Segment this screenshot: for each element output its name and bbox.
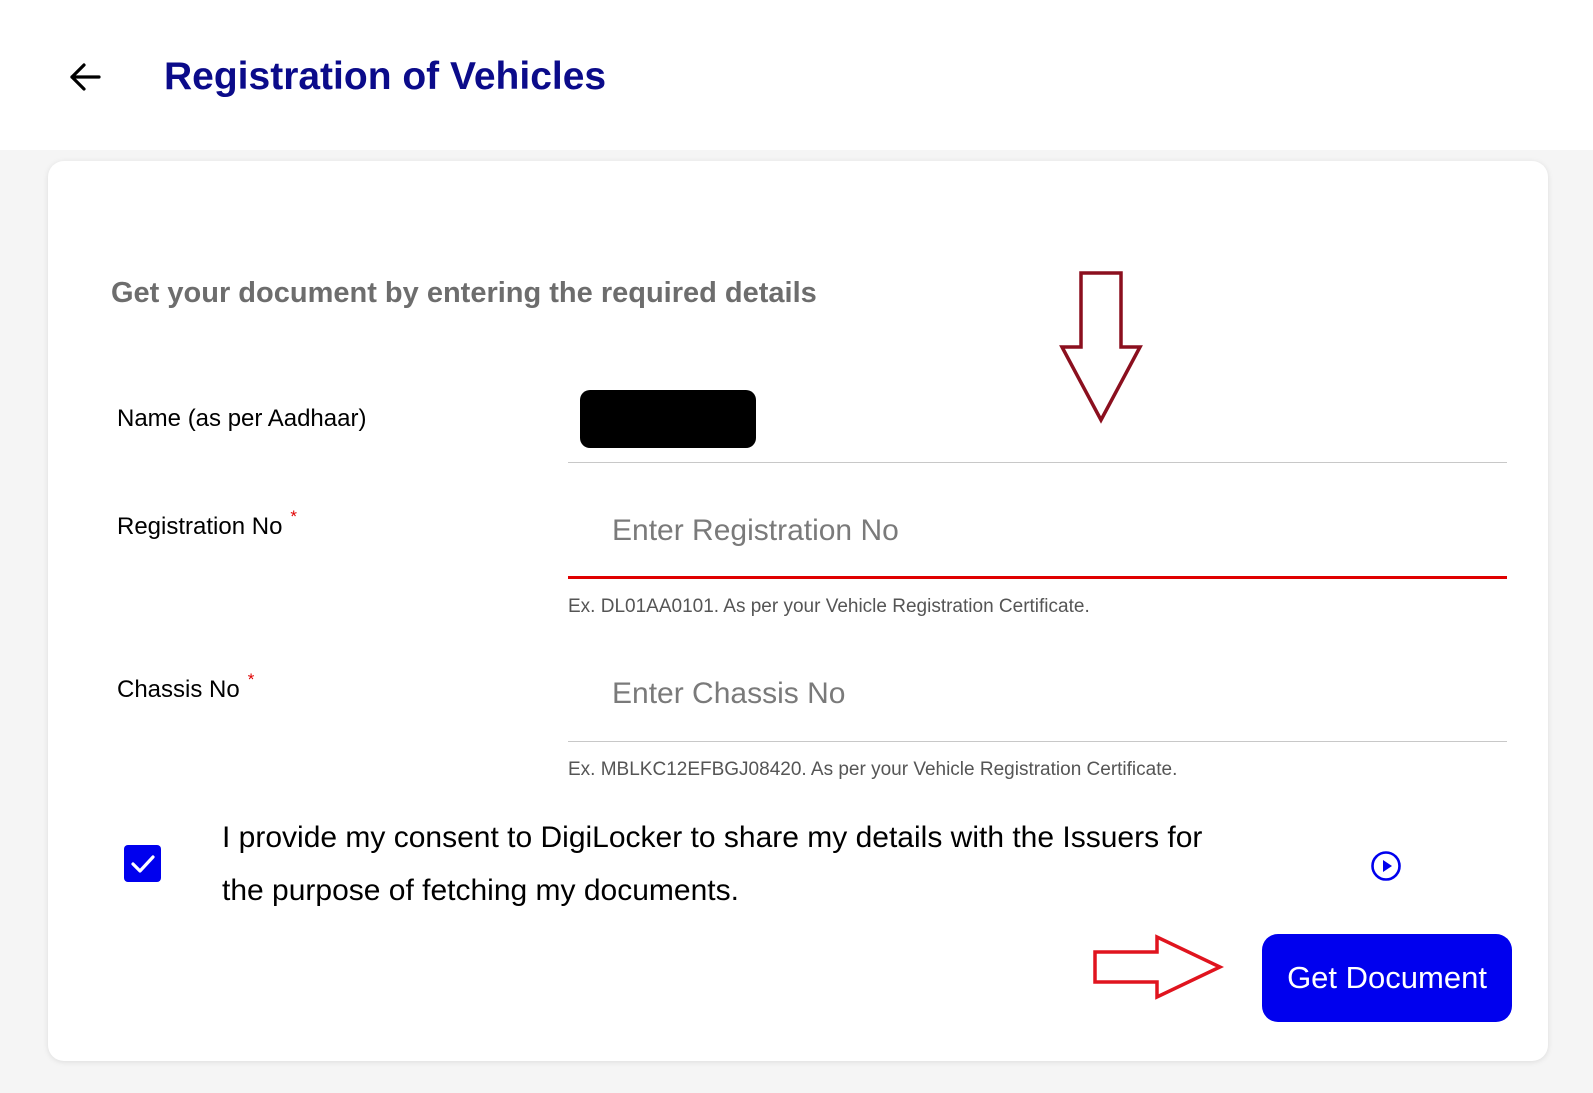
registration-no-hint: Ex. DL01AA0101. As per your Vehicle Regi… [568,596,1090,617]
registration-no-label: Registration No * [117,507,297,544]
play-video-button[interactable] [1368,848,1404,884]
checkmark-icon [130,854,155,873]
chassis-no-input[interactable] [568,662,1507,726]
consent-checkbox[interactable] [124,845,161,882]
chassis-no-label: Chassis No * [117,670,254,707]
top-bar: Registration of Vehicles [0,0,1593,150]
registration-no-input[interactable] [568,499,1507,563]
chassis-no-label-text: Chassis No [117,676,240,703]
page-title: Registration of Vehicles [164,55,607,98]
required-asterisk: * [290,507,298,526]
chassis-no-underline [568,741,1507,742]
name-underline [568,462,1507,463]
consent-text: I provide my consent to DigiLocker to sh… [222,821,1203,907]
name-value-redacted [580,390,756,448]
required-asterisk: * [247,670,255,689]
registration-no-underline-error [568,576,1507,579]
annotation-right-arrow-icon [1093,934,1224,1000]
get-document-button[interactable]: Get Document [1262,934,1512,1022]
back-button[interactable] [60,55,110,99]
chassis-no-hint: Ex. MBLKC12EFBGJ08420. As per your Vehic… [568,759,1178,780]
registration-no-label-text: Registration No [117,513,283,540]
annotation-down-arrow-icon [1059,271,1143,424]
form-subtitle: Get your document by entering the requir… [111,277,817,309]
document-form-card: Get your document by entering the requir… [48,161,1548,1061]
arrow-left-icon [70,63,101,91]
name-label: Name (as per Aadhaar) [117,405,367,432]
play-circle-icon [1371,851,1401,881]
